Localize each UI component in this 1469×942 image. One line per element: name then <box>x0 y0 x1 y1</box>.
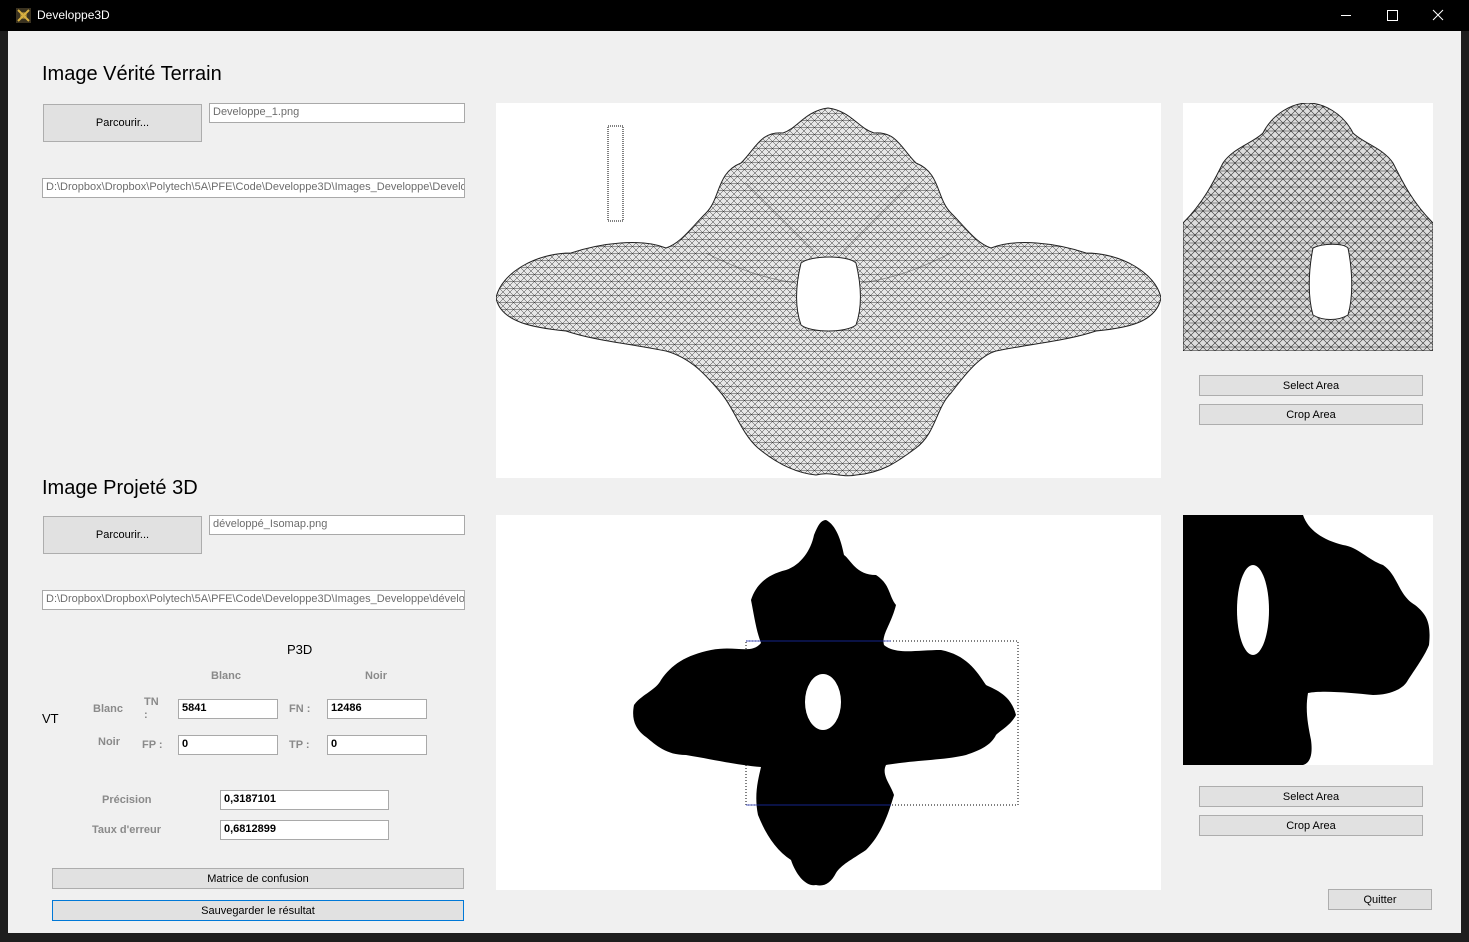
col-noir-label: Noir <box>365 670 387 682</box>
confusion-matrix-button[interactable]: Matrice de confusion <box>52 868 464 889</box>
p3d-crop-image <box>1183 515 1430 765</box>
p3d-crop-preview <box>1183 515 1433 765</box>
maximize-button[interactable] <box>1369 0 1415 31</box>
vt-image-panel[interactable] <box>496 103 1161 478</box>
vt-filename-field[interactable]: Developpe_1.png <box>209 103 465 123</box>
row-noir-label: Noir <box>98 736 120 748</box>
error-rate-field[interactable]: 0,6812899 <box>220 820 389 840</box>
fn-field[interactable]: 12486 <box>327 699 427 719</box>
precision-label: Précision <box>102 794 152 806</box>
row-blanc-label: Blanc <box>93 703 123 715</box>
p3d-heading: Image Projeté 3D <box>42 477 198 499</box>
tn-label: TN : <box>144 696 159 721</box>
tp-label: TP : <box>289 739 310 751</box>
title-bar[interactable]: Developpe3D <box>0 0 1469 31</box>
window-title: Developpe3D <box>37 8 110 22</box>
fn-label: FN : <box>289 703 311 715</box>
vt-mesh-image <box>496 107 1161 477</box>
p3d-browse-button[interactable]: Parcourir... <box>43 516 202 554</box>
vt-filepath-field[interactable]: D:\Dropbox\Dropbox\Polytech\5A\PFE\Code\… <box>42 178 465 198</box>
tp-field[interactable]: 0 <box>327 735 427 755</box>
vt-select-area-button[interactable]: Select Area <box>1199 375 1423 396</box>
quit-button[interactable]: Quitter <box>1328 889 1432 910</box>
p3d-group-label: P3D <box>287 642 313 657</box>
minimize-icon <box>1341 15 1351 16</box>
close-button[interactable] <box>1415 0 1461 31</box>
vt-heading: Image Vérité Terrain <box>42 63 222 85</box>
close-icon <box>1432 9 1444 21</box>
vt-crop-image <box>1183 103 1433 351</box>
save-result-button[interactable]: Sauvegarder le résultat <box>52 900 464 921</box>
error-rate-label: Taux d'erreur <box>92 824 162 836</box>
vt-group-label: VT <box>42 711 59 726</box>
fp-label: FP : <box>142 739 163 751</box>
p3d-crop-area-button[interactable]: Crop Area <box>1199 815 1423 836</box>
p3d-filename-field[interactable]: développé_Isomap.png <box>209 515 465 535</box>
p3d-select-area-button[interactable]: Select Area <box>1199 786 1423 807</box>
tn-field[interactable]: 5841 <box>178 699 278 719</box>
col-blanc-label: Blanc <box>211 670 241 682</box>
fp-field[interactable]: 0 <box>178 735 278 755</box>
main-window: Image Vérité Terrain Parcourir... Develo… <box>8 31 1461 933</box>
precision-field[interactable]: 0,3187101 <box>220 790 389 810</box>
p3d-image-panel[interactable] <box>496 515 1161 890</box>
vt-crop-area-button[interactable]: Crop Area <box>1199 404 1423 425</box>
maximize-icon <box>1387 10 1398 21</box>
minimize-button[interactable] <box>1323 0 1369 31</box>
p3d-filepath-field[interactable]: D:\Dropbox\Dropbox\Polytech\5A\PFE\Code\… <box>42 590 465 610</box>
vt-crop-preview <box>1183 103 1433 351</box>
p3d-silhouette-image <box>633 520 1019 886</box>
app-icon <box>16 8 31 23</box>
vt-browse-button[interactable]: Parcourir... <box>43 104 202 142</box>
